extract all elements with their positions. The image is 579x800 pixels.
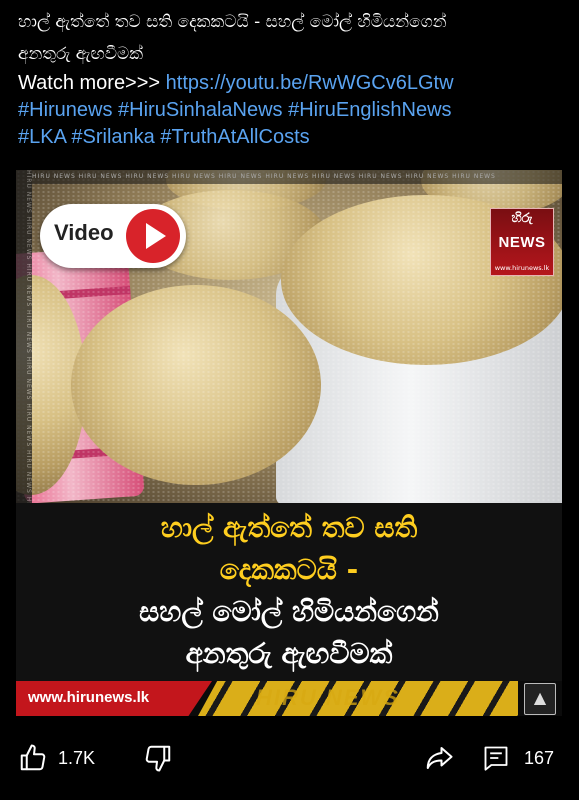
caption-line-3: සහල් මෝල් හිමියන්ගෙන් — [139, 595, 439, 628]
video-link[interactable]: https://youtu.be/RwWGCv6LGtw — [166, 72, 454, 94]
share-icon — [426, 747, 453, 769]
like-count: 1.7K — [58, 747, 96, 768]
caption-panel: හාල් ඇත්තේ තව සති දෙකකටයි - සහල් මෝල් හි… — [16, 503, 562, 681]
logo-news-text: NEWS — [498, 234, 546, 251]
comments-button[interactable]: 167 — [482, 733, 554, 783]
post-media-image[interactable]: HIRU NEWS HIRU NEWS HIRU NEWS HIRU NEWS … — [16, 170, 562, 716]
thumbs-down-icon — [145, 745, 171, 772]
like-button[interactable]: 1.7K — [18, 733, 95, 783]
comment-icon — [484, 746, 508, 771]
logo-sinhala-text: හිරු — [511, 211, 533, 226]
video-badge-label: Video — [54, 220, 114, 245]
watch-more-label: Watch more>>> — [18, 72, 166, 94]
hashtags-line-2[interactable]: #LKA #Srilanka #TruthAtAllCosts — [18, 124, 563, 151]
hiru-news-logo: හිරු NEWS www.hirunews.lk — [490, 208, 554, 276]
caption-line-4: අනතුරු ඇඟවීමක් — [185, 637, 393, 670]
logo-url-text: www.hirunews.lk — [494, 264, 550, 272]
comment-count: 167 — [524, 747, 555, 768]
play-icon — [126, 209, 180, 263]
image-footer-bar: HIRU NEWS www.hirunews.lk ▲ — [16, 681, 562, 716]
watermark-top-strip: HIRU NEWS HIRU NEWS HIRU NEWS HIRU NEWS … — [32, 170, 562, 184]
caption-line-1: හාල් ඇත්තේ තව සති — [160, 511, 418, 544]
footer-url: www.hirunews.lk — [28, 689, 150, 706]
post-title-line-1: හාල් ඇත්තේ තව සති දෙකකටයි - සහල් මෝල් හි… — [18, 12, 447, 32]
thumbs-up-icon — [20, 744, 46, 771]
video-badge: Video — [40, 204, 186, 268]
post-title-line-2: අනතුරු ඇඟවීමක් — [18, 44, 143, 64]
watch-more-line: Watch more>>> https://youtu.be/RwWGCv6LG… — [18, 70, 563, 97]
hashtags-line-1[interactable]: #Hirunews #HiruSinhalaNews #HiruEnglishN… — [18, 97, 563, 124]
footer-watermark: HIRU NEWS — [256, 685, 400, 710]
caption-line-2: දෙකකටයි - — [219, 553, 359, 586]
action-bar: 1.7K 167 — [0, 733, 579, 783]
post-text: හාල් ඇත්තේ තව සති දෙකකටයි - සහල් මෝල් හි… — [18, 6, 563, 151]
dislike-button[interactable] — [143, 733, 173, 783]
share-button[interactable] — [424, 733, 454, 783]
image-icon: ▲ — [524, 683, 556, 715]
